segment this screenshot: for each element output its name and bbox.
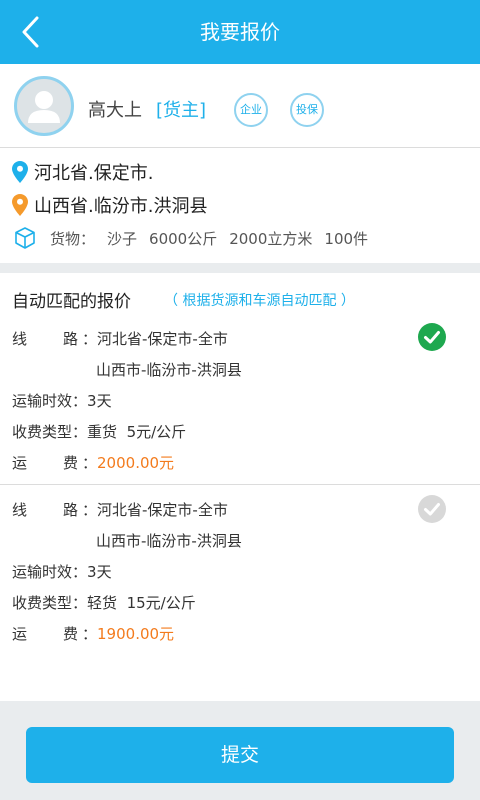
enterprise-badge: 企业 [234, 93, 268, 127]
check-unselected-icon[interactable] [418, 495, 446, 523]
section-title: 自动匹配的报价 [12, 292, 131, 312]
transit-value: 3天 [87, 563, 112, 581]
submit-button[interactable]: 提交 [26, 727, 454, 783]
colon: ： [82, 330, 98, 348]
colon: ： [72, 392, 88, 410]
colon: ： [82, 454, 98, 472]
freight-label: 运费 [12, 625, 78, 643]
quote-transit: 运输时效：3天 [12, 389, 112, 413]
route-value-1: 河北省-保定市-全市 [97, 330, 228, 348]
destination-row: 山西省.临汾市.洪洞县 [12, 190, 207, 220]
top-nav-bar: 我要报价 [0, 0, 480, 64]
route-value-2: 山西市-临汾市-洪洞县 [96, 361, 242, 379]
quote-freight: 运费 ：2000.00元 [12, 451, 174, 475]
user-role: [货主] [156, 100, 207, 121]
quote-item[interactable]: 线路 ：河北省-保定市-全市 山西市-临汾市-洪洞县 运输时效：3天 收费类型：重… [0, 323, 480, 485]
check-selected-icon[interactable] [418, 323, 446, 351]
freight-value: 2000.00元 [97, 454, 175, 472]
fee-type-value: 重货 5元/公斤 [87, 423, 187, 441]
route-label: 线路 [12, 330, 78, 348]
user-name: 高大上 [88, 100, 142, 121]
page-title: 我要报价 [200, 20, 280, 44]
user-avatar-icon [28, 91, 60, 123]
cargo-label: 货物： [50, 229, 96, 248]
auto-quotes-card: 自动匹配的报价 （ 根据货源和车源自动匹配 ） 线路 ：河北省-保定市-全市 山西… [0, 273, 480, 701]
colon: ： [82, 501, 98, 519]
quote-transit: 运输时效：3天 [12, 560, 112, 584]
transit-label: 运输时效 [12, 563, 73, 581]
quote-route-line1: 线路 ：河北省-保定市-全市 [12, 498, 228, 522]
route-label: 线路 [12, 501, 78, 519]
transit-value: 3天 [87, 392, 112, 410]
colon: ： [72, 563, 88, 581]
fee-type-value: 轻货 15元/公斤 [87, 594, 196, 612]
quote-fee-type: 收费类型：轻货 15元/公斤 [12, 591, 196, 615]
fee-type-label: 收费类型 [12, 594, 73, 612]
user-row: 高大上 [货主] 企业 投保 [0, 64, 480, 148]
route-value-2: 山西市-临汾市-洪洞县 [96, 532, 242, 550]
quote-route-line1: 线路 ：河北省-保定市-全市 [12, 327, 228, 351]
destination-text: 山西省.临汾市.洪洞县 [34, 196, 208, 217]
location-pin-icon [12, 161, 28, 183]
shipper-info-card: 高大上 [货主] 企业 投保 河北省.保定市. 山西省.临汾市.洪洞县 货物： … [0, 64, 480, 263]
colon: ： [72, 423, 88, 441]
cargo-count: 100件 [324, 229, 369, 248]
freight-label: 运费 [12, 454, 78, 472]
cargo-weight: 6000公斤 [149, 229, 218, 248]
package-box-icon [15, 227, 35, 249]
avatar[interactable] [14, 76, 74, 136]
origin-row: 河北省.保定市. [12, 157, 153, 187]
colon: ： [82, 625, 98, 643]
freight-value: 1900.00元 [97, 625, 175, 643]
quote-fee-type: 收费类型：重货 5元/公斤 [12, 420, 186, 444]
cargo-row: 货物： 沙子 6000公斤 2000立方米 100件 [14, 223, 380, 253]
fee-type-label: 收费类型 [12, 423, 73, 441]
section-hint: （ 根据货源和车源自动匹配 ） [164, 293, 355, 309]
quote-item[interactable]: 线路 ：河北省-保定市-全市 山西市-临汾市-洪洞县 运输时效：3天 收费类型：轻… [0, 493, 480, 663]
cargo-name: 沙子 [107, 229, 138, 248]
cargo-volume: 2000立方米 [229, 229, 313, 248]
quote-freight: 运费 ：1900.00元 [12, 622, 174, 646]
origin-text: 河北省.保定市. [34, 163, 154, 184]
transit-label: 运输时效 [12, 392, 73, 410]
insured-badge: 投保 [290, 93, 324, 127]
colon: ： [72, 594, 88, 612]
bottom-bar: 提交 [0, 701, 480, 800]
location-pin-icon [12, 194, 28, 216]
route-value-1: 河北省-保定市-全市 [97, 501, 228, 519]
